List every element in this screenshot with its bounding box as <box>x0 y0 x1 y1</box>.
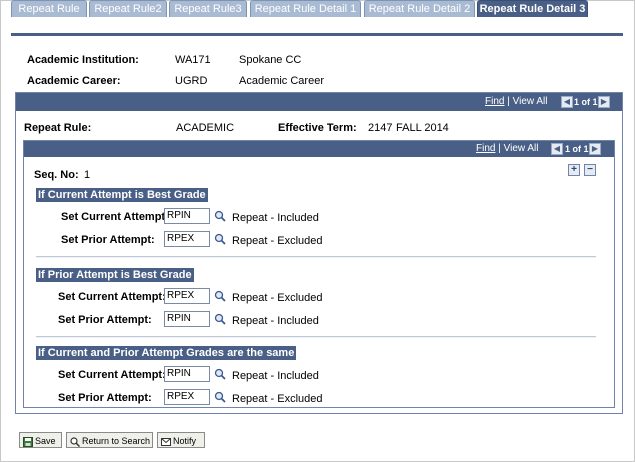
section-divider <box>36 256 596 258</box>
lookup-icon[interactable] <box>214 368 226 380</box>
outer-previous-icon[interactable]: ◀ <box>561 96 573 108</box>
set-current-attempt-label: Set Current Attempt: <box>61 211 169 223</box>
outer-next-icon[interactable]: ▶ <box>598 96 610 108</box>
tab-repeat-rule-detail-2[interactable]: Repeat Rule Detail 2 <box>364 0 475 17</box>
career-code: UGRD <box>175 75 208 87</box>
delete-row-icon[interactable]: − <box>584 164 596 176</box>
set-prior-attempt-desc: Repeat - Excluded <box>232 393 323 405</box>
save-label: Save <box>35 436 56 446</box>
set-current-attempt-input[interactable]: RPIN <box>164 208 210 224</box>
set-prior-attempt-desc: Repeat - Excluded <box>232 235 323 247</box>
set-current-attempt-desc: Repeat - Included <box>232 370 319 382</box>
inner-view-all-link[interactable]: | View All <box>498 143 538 154</box>
institution-name: Spokane CC <box>239 54 302 66</box>
notify-button[interactable]: Notify <box>157 432 205 448</box>
save-icon <box>23 436 33 447</box>
inner-nav-bar: Find | View All ◀ 1 of 1 ▶ <box>24 141 614 157</box>
lookup-icon[interactable] <box>214 313 226 325</box>
set-current-attempt-label: Set Current Attempt: <box>58 369 166 381</box>
add-row-icon[interactable]: + <box>568 164 580 176</box>
notify-label: Notify <box>173 436 197 446</box>
return-to-search-label: Return to Search <box>82 436 151 446</box>
set-current-attempt-desc: Repeat - Excluded <box>232 292 323 304</box>
inner-find-group: Find | View All <box>476 143 538 154</box>
tab-underline <box>11 33 623 36</box>
career-name: Academic Career <box>239 75 324 87</box>
lookup-icon[interactable] <box>214 210 226 222</box>
tab-label: Repeat Rule2 <box>94 3 162 15</box>
set-current-attempt-label: Set Current Attempt: <box>58 291 166 303</box>
search-icon <box>70 437 80 447</box>
set-prior-attempt-input[interactable]: RPIN <box>164 311 210 327</box>
set-prior-attempt-desc: Repeat - Included <box>232 315 319 327</box>
repeat-rule-scroll-area: Find | View All ◀ 1 of 1 ▶ Repeat Rule: … <box>15 92 623 414</box>
outer-view-all-link[interactable]: | View All <box>507 96 547 107</box>
section-title: If Current Attempt is Best Grade <box>36 188 208 202</box>
effective-term-name: FALL 2014 <box>396 122 449 134</box>
outer-row-count: 1 of 1 <box>574 97 598 107</box>
outer-nav-bar: Find | View All ◀ 1 of 1 ▶ <box>16 93 622 111</box>
outer-find-group: Find | View All <box>485 96 547 107</box>
set-prior-attempt-label: Set Prior Attempt: <box>61 234 155 246</box>
inner-find-link[interactable]: Find <box>476 143 495 154</box>
tab-label: Repeat Rule Detail 2 <box>368 3 471 15</box>
effective-term-label: Effective Term: <box>278 122 357 134</box>
outer-find-link[interactable]: Find <box>485 96 504 107</box>
section-title: If Prior Attempt is Best Grade <box>36 268 194 282</box>
notify-icon <box>161 437 171 446</box>
section-title: If Current and Prior Attempt Grades are … <box>36 346 297 360</box>
tab-label: Repeat Rule Detail 3 <box>479 3 586 15</box>
save-button[interactable]: Save <box>19 432 62 448</box>
tab-repeat-rule2[interactable]: Repeat Rule2 <box>89 0 167 17</box>
career-label: Academic Career: <box>27 75 121 87</box>
tab-label: Repeat Rule3 <box>174 3 242 15</box>
set-prior-attempt-input[interactable]: RPEX <box>164 231 210 247</box>
set-prior-attempt-label: Set Prior Attempt: <box>58 392 152 404</box>
seq-scroll-area: Find | View All ◀ 1 of 1 ▶ Seq. No: 1 + … <box>23 140 615 408</box>
inner-next-icon[interactable]: ▶ <box>589 143 601 155</box>
seq-no-value: 1 <box>84 169 91 181</box>
institution-code: WA171 <box>175 54 211 66</box>
lookup-icon[interactable] <box>214 391 226 403</box>
return-to-search-button[interactable]: Return to Search <box>66 432 153 448</box>
seq-no-label: Seq. No: <box>34 169 79 181</box>
section-divider <box>36 336 596 338</box>
lookup-icon[interactable] <box>214 233 226 245</box>
inner-previous-icon[interactable]: ◀ <box>551 143 563 155</box>
effective-term-code: 2147 <box>368 122 393 134</box>
set-prior-attempt-input[interactable]: RPEX <box>164 389 210 405</box>
tab-label: Repeat Rule <box>18 3 80 15</box>
lookup-icon[interactable] <box>214 290 226 302</box>
set-current-attempt-input[interactable]: RPEX <box>164 288 210 304</box>
set-prior-attempt-label: Set Prior Attempt: <box>58 314 152 326</box>
tab-repeat-rule[interactable]: Repeat Rule <box>11 0 87 17</box>
tab-repeat-rule3[interactable]: Repeat Rule3 <box>169 0 247 17</box>
tab-repeat-rule-detail-1[interactable]: Repeat Rule Detail 1 <box>250 0 361 17</box>
tab-repeat-rule-detail-3[interactable]: Repeat Rule Detail 3 <box>477 0 588 17</box>
set-current-attempt-desc: Repeat - Included <box>232 212 319 224</box>
repeat-rule-value: ACADEMIC <box>176 122 235 134</box>
inner-row-count: 1 of 1 <box>565 144 589 154</box>
repeat-rule-label: Repeat Rule: <box>24 122 92 134</box>
tab-label: Repeat Rule Detail 1 <box>254 3 357 15</box>
institution-label: Academic Institution: <box>27 54 139 66</box>
set-current-attempt-input[interactable]: RPIN <box>164 366 210 382</box>
